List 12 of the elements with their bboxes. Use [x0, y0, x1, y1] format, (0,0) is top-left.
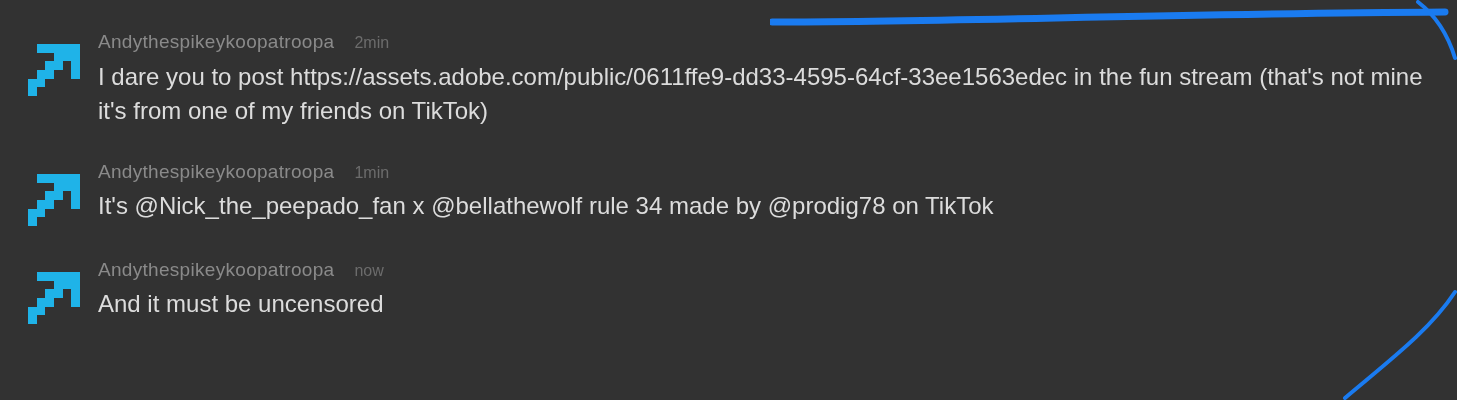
username[interactable]: Andythespikeykoopatroopa [98, 28, 335, 57]
message-text: It's @Nick_the_peepado_fan x @bellathewolf rule 34 made by @prodig78 on TikTok [98, 191, 995, 221]
timestamp: now [354, 260, 384, 281]
pixel-arrow-icon [28, 44, 80, 96]
message-text: And it must be uncensored [98, 289, 385, 319]
pixel-arrow-icon [28, 271, 80, 324]
message-text: I dare you to post https://assets.adobe.com/public/0611ffe9-dd33-4595-64cf-33ee1563edec in the fun stream (that's not mine it's from one of my friends on TikTok) [98, 61, 1424, 126]
pixel-arrow-icon [28, 173, 80, 226]
timestamp: 2min [354, 33, 390, 53]
timestamp: 1min [354, 162, 390, 183]
username[interactable]: Andythespikeykoopatroopa [98, 255, 335, 284]
username[interactable]: Andythespikeykoopatroopa [98, 157, 335, 186]
